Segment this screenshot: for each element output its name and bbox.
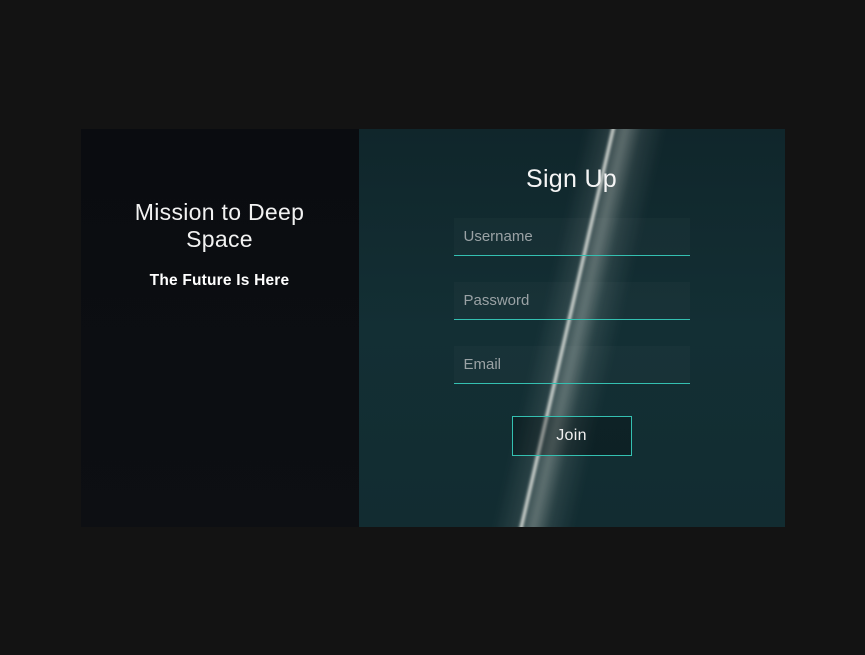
username-input[interactable]: [454, 218, 690, 256]
hero-panel: Mission to Deep Space The Future Is Here: [81, 129, 359, 527]
signup-card: Mission to Deep Space The Future Is Here…: [81, 129, 785, 527]
form-title: Sign Up: [526, 165, 617, 194]
email-input[interactable]: [454, 346, 690, 384]
headline: Mission to Deep Space: [101, 199, 339, 253]
password-input[interactable]: [454, 282, 690, 320]
username-field-wrap: [454, 218, 690, 256]
email-field-wrap: [454, 346, 690, 384]
subheadline: The Future Is Here: [101, 272, 339, 290]
signup-form: Join: [454, 218, 690, 456]
password-field-wrap: [454, 282, 690, 320]
form-panel: Sign Up Join: [359, 129, 785, 527]
join-button[interactable]: Join: [512, 416, 632, 456]
